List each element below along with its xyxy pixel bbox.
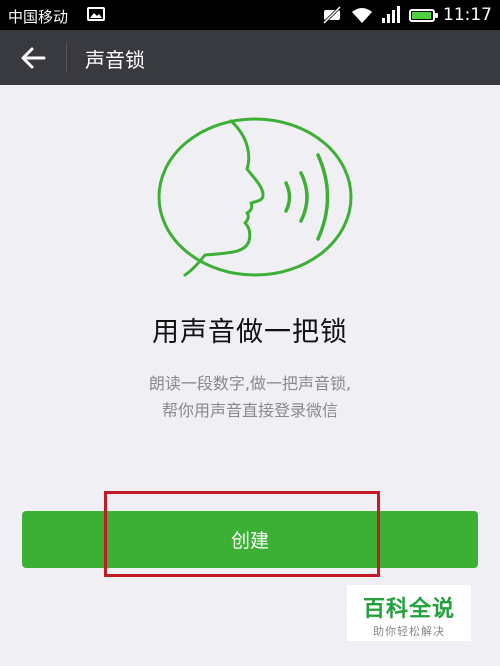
face-speaking-icon <box>157 117 353 277</box>
appbar-divider <box>66 42 67 73</box>
main-heading: 用声音做一把锁 <box>152 317 348 348</box>
app-bar: 声音锁 <box>0 30 500 85</box>
highlight-box <box>104 491 380 577</box>
battery-icon <box>409 8 438 22</box>
wifi-icon <box>352 8 372 23</box>
description-line-2: 帮你用声音直接登录微信 <box>161 401 338 420</box>
description: 朗读一段数字,做一把声音锁, 帮你用声音直接登录微信 <box>0 370 500 424</box>
back-arrow-icon <box>21 47 46 69</box>
description-line-1: 朗读一段数字,做一把声音锁, <box>148 374 352 393</box>
watermark-subtitle: 助你轻松解决 <box>373 625 445 638</box>
status-bar: 中国移动 11:17 <box>0 0 500 30</box>
clock: 11:17 <box>443 5 492 25</box>
page-title: 声音锁 <box>85 48 145 72</box>
watermark-logo: 百科全说 助你轻松解决 <box>347 585 471 641</box>
watermark-title: 百科全说 <box>362 597 455 622</box>
mute-icon <box>322 6 342 24</box>
back-button[interactable] <box>18 44 48 72</box>
carrier-label: 中国移动 <box>8 8 69 26</box>
status-icons: 11:17 <box>321 4 492 26</box>
signal-icon <box>382 6 400 23</box>
image-icon <box>87 7 105 21</box>
